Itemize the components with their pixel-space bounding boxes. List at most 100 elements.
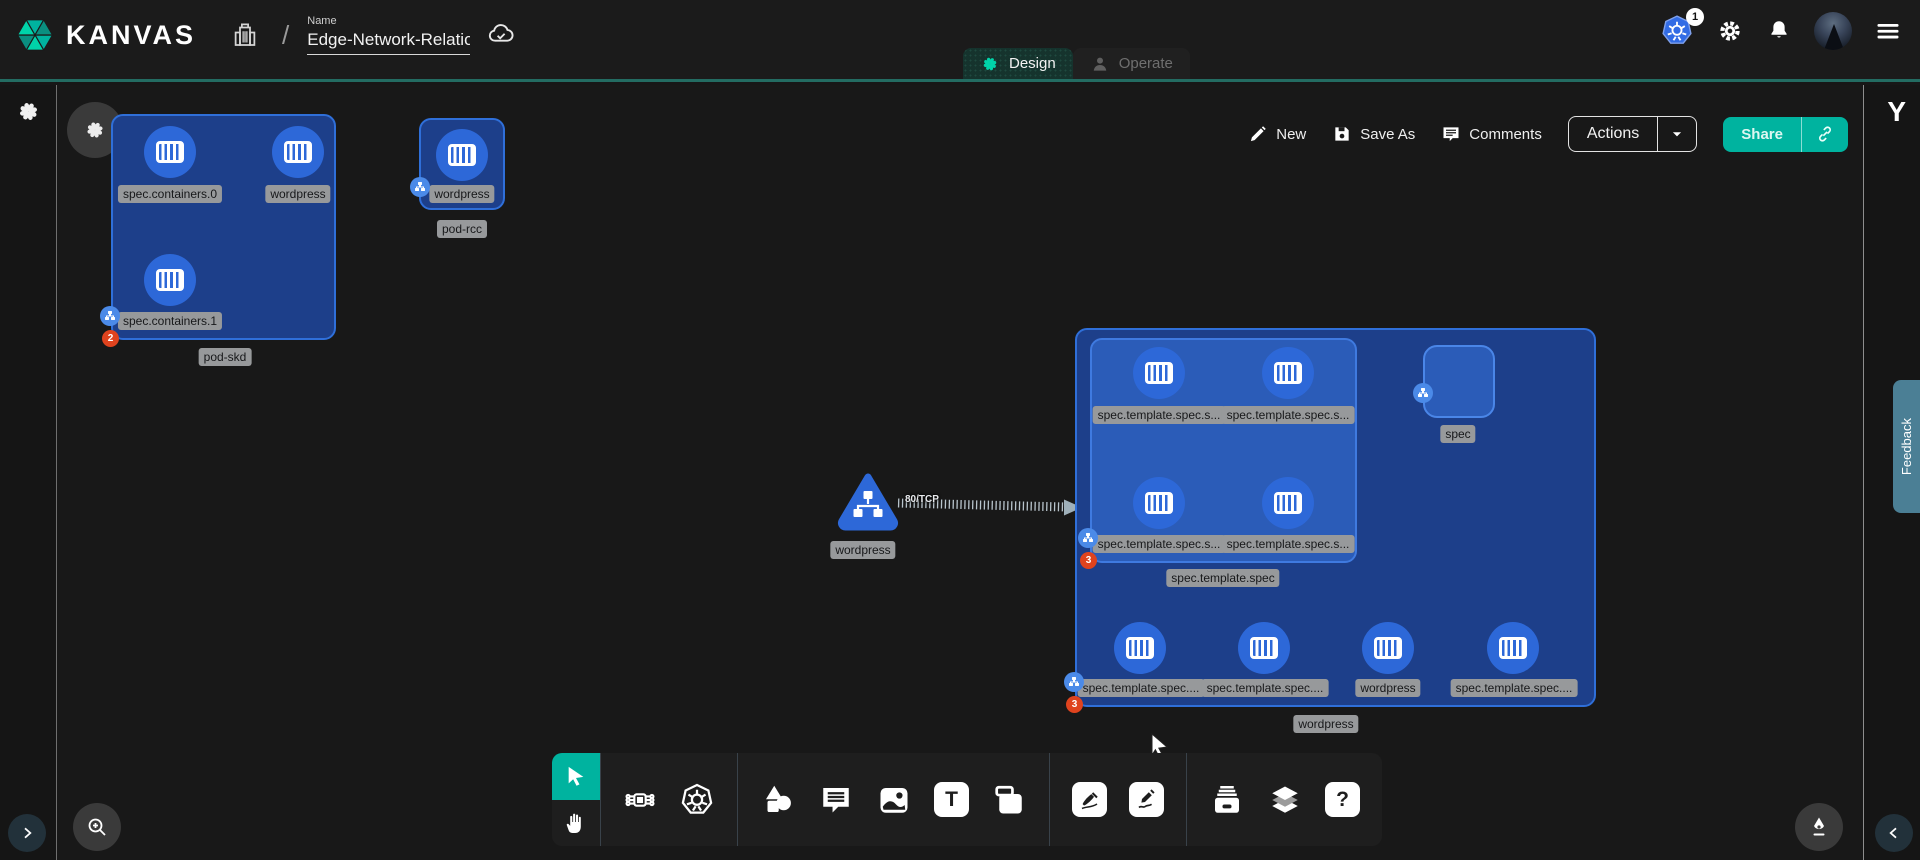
group-label: spec.template.spec bbox=[1166, 569, 1279, 587]
name-field-label: Name bbox=[307, 15, 470, 27]
node-wordpress-container[interactable] bbox=[272, 126, 324, 178]
group-label: wordpress bbox=[1293, 715, 1358, 733]
error-count-badge[interactable]: 2 bbox=[102, 330, 119, 347]
settings-gear-icon[interactable] bbox=[1716, 17, 1744, 45]
zoom-search-button[interactable] bbox=[73, 803, 121, 851]
node-label: spec.containers.1 bbox=[118, 312, 222, 330]
canvas-tool-dock: T bbox=[552, 753, 1382, 846]
container-icon bbox=[1274, 362, 1302, 384]
node-label: wordpress bbox=[830, 541, 895, 559]
layers-icon[interactable] bbox=[1267, 782, 1303, 818]
save-as-button[interactable]: Save As bbox=[1332, 124, 1415, 144]
hamburger-menu-icon[interactable] bbox=[1874, 17, 1902, 45]
error-count-badge[interactable]: 3 bbox=[1066, 696, 1083, 713]
deployment-kind-badge[interactable] bbox=[1064, 672, 1084, 692]
cloud-saved-icon bbox=[486, 20, 516, 50]
expand-left-panel-button[interactable] bbox=[8, 814, 46, 852]
container-icon bbox=[448, 144, 476, 166]
group-spec-template-spec[interactable] bbox=[1090, 338, 1357, 563]
text-tool-icon[interactable]: T bbox=[934, 782, 969, 817]
feedback-tab[interactable]: Feedback bbox=[1893, 380, 1920, 513]
save-floppy-icon bbox=[1332, 124, 1352, 144]
node-label: spec.template.spec.... bbox=[1078, 679, 1205, 697]
design-tab-label: Design bbox=[1009, 55, 1056, 72]
node-deployment-container[interactable] bbox=[1114, 622, 1166, 674]
node-label: wordpress bbox=[265, 185, 330, 203]
select-tool-button[interactable] bbox=[552, 753, 600, 800]
tab-design[interactable]: Design bbox=[963, 48, 1073, 79]
pod-kind-badge[interactable] bbox=[410, 177, 430, 197]
node-label: spec.template.spec.... bbox=[1202, 679, 1329, 697]
note-tool-icon[interactable] bbox=[991, 782, 1027, 818]
operate-tab-label: Operate bbox=[1119, 55, 1173, 72]
actions-caret-icon[interactable] bbox=[1658, 117, 1696, 151]
node-wordpress-container[interactable] bbox=[436, 129, 488, 181]
node-template-container[interactable] bbox=[1133, 347, 1185, 399]
shapes-tool-icon[interactable] bbox=[760, 782, 796, 818]
notifications-bell-icon[interactable] bbox=[1766, 18, 1792, 44]
node-template-container[interactable] bbox=[1262, 477, 1314, 529]
expand-right-panel-button[interactable] bbox=[1875, 814, 1913, 852]
comments-bubble-icon bbox=[1441, 124, 1461, 144]
breadcrumb-separator: / bbox=[282, 20, 289, 51]
kubernetes-helm-icon[interactable] bbox=[679, 782, 715, 818]
container-icon bbox=[1250, 637, 1278, 659]
share-button-label[interactable]: Share bbox=[1723, 117, 1801, 152]
node-template-container[interactable] bbox=[1133, 477, 1185, 529]
design-canvas[interactable]: spec.containers.0 wordpress spec.contain… bbox=[58, 85, 1862, 860]
y-brand-icon[interactable]: Y bbox=[1887, 96, 1906, 128]
container-icon bbox=[1499, 637, 1527, 659]
node-label: spec.template.spec.... bbox=[1451, 679, 1578, 697]
group-label: pod-rcc bbox=[437, 220, 487, 238]
group-label: pod-skd bbox=[199, 348, 252, 366]
actions-button-label[interactable]: Actions bbox=[1569, 117, 1657, 151]
node-template-container[interactable] bbox=[1262, 347, 1314, 399]
service-to-deployment-edge[interactable] bbox=[888, 483, 1088, 528]
design-pen-button[interactable] bbox=[1795, 803, 1843, 851]
logo-wordmark: KANVAS bbox=[66, 20, 196, 51]
archive-drawer-icon[interactable] bbox=[1209, 782, 1245, 818]
container-icon bbox=[156, 141, 184, 163]
help-tool-icon[interactable]: ? bbox=[1325, 782, 1360, 817]
pod-kind-badge[interactable] bbox=[1078, 528, 1098, 548]
comments-button[interactable]: Comments bbox=[1441, 124, 1542, 144]
pen-path-tool-icon[interactable] bbox=[1072, 782, 1107, 817]
organization-icon[interactable] bbox=[230, 20, 260, 50]
node-deployment-container[interactable] bbox=[1362, 622, 1414, 674]
pod-kind-badge[interactable] bbox=[1413, 383, 1433, 403]
actions-split-button[interactable]: Actions bbox=[1568, 116, 1697, 152]
error-count-badge[interactable]: 3 bbox=[1080, 552, 1097, 569]
container-icon bbox=[284, 141, 312, 163]
user-avatar[interactable] bbox=[1814, 12, 1852, 50]
mode-tabs: Design Operate bbox=[963, 48, 1190, 79]
node-label: wordpress bbox=[429, 185, 494, 203]
container-icon bbox=[1145, 362, 1173, 384]
container-icon bbox=[156, 269, 184, 291]
components-chip-icon[interactable] bbox=[623, 783, 657, 817]
node-deployment-container[interactable] bbox=[1238, 622, 1290, 674]
container-icon bbox=[1126, 637, 1154, 659]
tab-operate[interactable]: Operate bbox=[1073, 48, 1190, 79]
node-label: wordpress bbox=[1355, 679, 1420, 697]
design-actions-toolbar: New Save As Comments Actions Share bbox=[1248, 116, 1848, 152]
kubernetes-context-button[interactable]: 1 bbox=[1660, 14, 1694, 48]
kanvas-logo-icon[interactable] bbox=[14, 14, 56, 56]
new-design-button[interactable]: New bbox=[1248, 124, 1306, 144]
node-spec-containers-1[interactable] bbox=[144, 254, 196, 306]
image-tool-icon[interactable] bbox=[876, 782, 912, 818]
pan-hand-tool-button[interactable] bbox=[552, 800, 600, 847]
freehand-draw-tool-icon[interactable] bbox=[1129, 782, 1164, 817]
node-spec-containers-0[interactable] bbox=[144, 126, 196, 178]
container-icon bbox=[1145, 492, 1173, 514]
save-as-button-label: Save As bbox=[1360, 126, 1415, 143]
design-name-input[interactable] bbox=[307, 28, 470, 55]
operate-tab-icon bbox=[1090, 54, 1110, 74]
node-label: spec.template.spec.s... bbox=[1093, 406, 1226, 424]
node-label: spec bbox=[1440, 425, 1475, 443]
node-spec[interactable] bbox=[1423, 345, 1495, 418]
pod-kind-badge[interactable] bbox=[100, 306, 120, 326]
share-split-button[interactable]: Share bbox=[1723, 117, 1848, 152]
comment-tool-icon[interactable] bbox=[818, 782, 854, 818]
copy-link-icon[interactable] bbox=[1802, 117, 1848, 152]
node-deployment-container[interactable] bbox=[1487, 622, 1539, 674]
